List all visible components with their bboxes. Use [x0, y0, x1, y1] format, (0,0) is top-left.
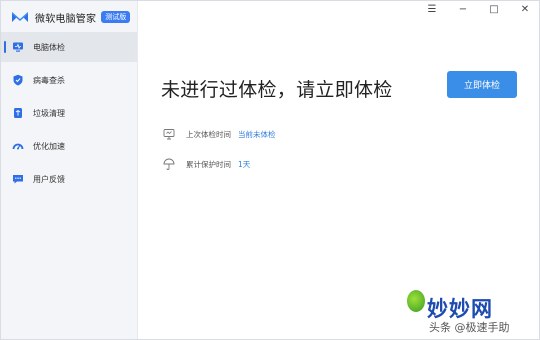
menu-icon[interactable]: ☰: [426, 3, 438, 17]
sidebar: 微软电脑管家 测试版 电脑体检 病毒查杀 垃圾清理 优化加速 用户反馈: [1, 1, 138, 339]
minimize-icon[interactable]: −: [457, 3, 469, 17]
monitor-icon: [13, 42, 23, 52]
sidebar-item-checkup[interactable]: 电脑体检: [1, 32, 137, 62]
recycle-icon: [14, 108, 22, 118]
protection-time-row: 累计保护时间 1天: [162, 157, 250, 171]
window-controls: ☰ − □ ✕: [426, 3, 531, 17]
screen-icon: [163, 129, 175, 140]
start-checkup-button[interactable]: 立即体检: [447, 71, 517, 98]
page-title: 未进行过体检，请立即体检: [161, 79, 393, 101]
info-value: 1天: [238, 159, 251, 169]
app-window: 微软电脑管家 测试版 电脑体检 病毒查杀 垃圾清理 优化加速 用户反馈 ☰ − …: [0, 0, 540, 340]
app-title: 微软电脑管家: [35, 13, 97, 25]
speedometer-icon: [12, 143, 24, 150]
sidebar-item-antivirus[interactable]: 病毒查杀: [1, 65, 137, 95]
sidebar-item-label: 病毒查杀: [33, 75, 65, 85]
sidebar-item-feedback[interactable]: 用户反馈: [1, 164, 137, 194]
watermark-caption: 头条 @极速手助: [429, 321, 510, 334]
beta-badge: 测试版: [101, 11, 131, 23]
sidebar-item-cleanup[interactable]: 垃圾清理: [1, 98, 137, 128]
sidebar-item-optimize[interactable]: 优化加速: [1, 131, 137, 161]
info-label: 累计保护时间: [186, 159, 231, 169]
feedback-icon: [13, 175, 23, 184]
brand: 微软电脑管家 测试版: [11, 8, 131, 26]
sidebar-item-label: 垃圾清理: [33, 108, 65, 118]
sidebar-item-label: 优化加速: [33, 141, 65, 151]
sidebar-item-label: 用户反馈: [33, 174, 65, 184]
umbrella-icon: [163, 158, 175, 170]
watermark-logo-icon: [407, 290, 425, 312]
shield-icon: [13, 74, 23, 86]
info-value: 当前未体检: [238, 129, 276, 139]
info-label: 上次体检时间: [186, 129, 231, 139]
close-icon[interactable]: ✕: [519, 3, 531, 17]
sidebar-nav: 电脑体检 病毒查杀 垃圾清理 优化加速 用户反馈: [1, 32, 137, 197]
app-logo-icon: [12, 12, 28, 22]
maximize-icon[interactable]: □: [488, 3, 500, 17]
last-checkup-row: 上次体检时间 当前未体检: [162, 127, 276, 141]
sidebar-item-label: 电脑体检: [33, 42, 65, 52]
